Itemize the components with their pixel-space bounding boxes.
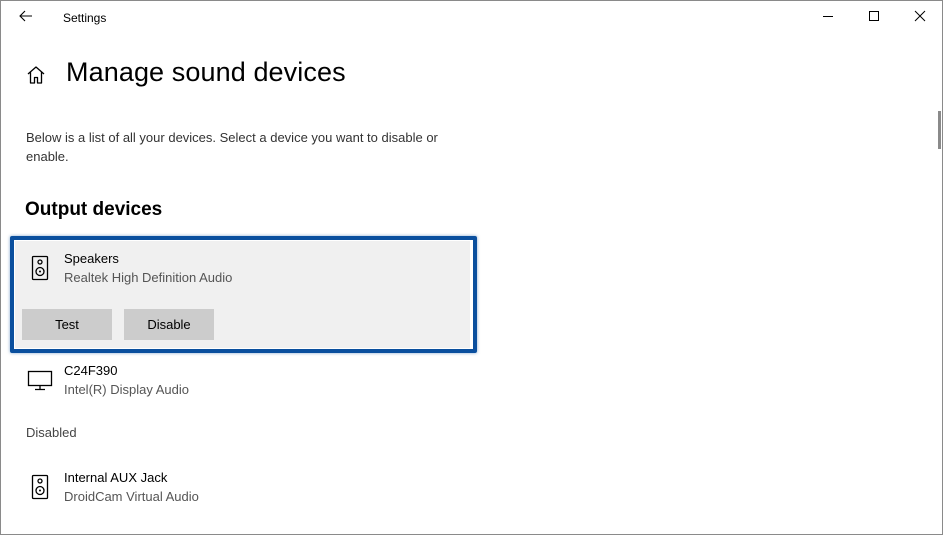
device-name: C24F390: [64, 363, 118, 378]
device-name: Speakers: [64, 251, 119, 266]
device-name: Internal AUX Jack: [64, 470, 168, 485]
disable-button[interactable]: Disable: [124, 309, 214, 340]
settings-window: Settings Manage sound devices Below is a…: [0, 0, 943, 535]
page-description: Below is a list of all your devices. Sel…: [26, 130, 438, 164]
device-subtitle: DroidCam Virtual Audio: [64, 489, 199, 504]
back-button[interactable]: [9, 3, 43, 33]
maximize-button[interactable]: [851, 1, 897, 35]
test-button[interactable]: Test: [22, 309, 112, 340]
device-subtitle: Realtek High Definition Audio: [64, 270, 233, 285]
page-title: Manage sound devices: [66, 57, 346, 87]
monitor-icon: [27, 367, 53, 393]
speaker-icon: [27, 474, 53, 500]
window-title: Settings: [63, 11, 107, 25]
minimize-icon: [822, 9, 834, 27]
speaker-icon: [27, 255, 53, 281]
device-c24f390[interactable]: C24F390 Intel(R) Display Audio: [15, 353, 467, 409]
disabled-heading: Disabled: [26, 425, 77, 440]
title-bar: Settings: [1, 1, 942, 35]
close-button[interactable]: [897, 1, 943, 35]
close-icon: [914, 9, 926, 27]
home-icon[interactable]: [25, 64, 47, 86]
scrollbar[interactable]: [938, 111, 941, 149]
maximize-icon: [868, 9, 880, 27]
minimize-button[interactable]: [805, 1, 851, 35]
device-speakers[interactable]: Speakers Realtek High Definition Audio T…: [15, 241, 470, 348]
arrow-left-icon: [19, 9, 33, 27]
device-subtitle: Intel(R) Display Audio: [64, 382, 189, 397]
device-internal-aux-jack[interactable]: Internal AUX Jack DroidCam Virtual Audio: [15, 460, 467, 516]
output-devices-heading: Output devices: [25, 199, 163, 220]
